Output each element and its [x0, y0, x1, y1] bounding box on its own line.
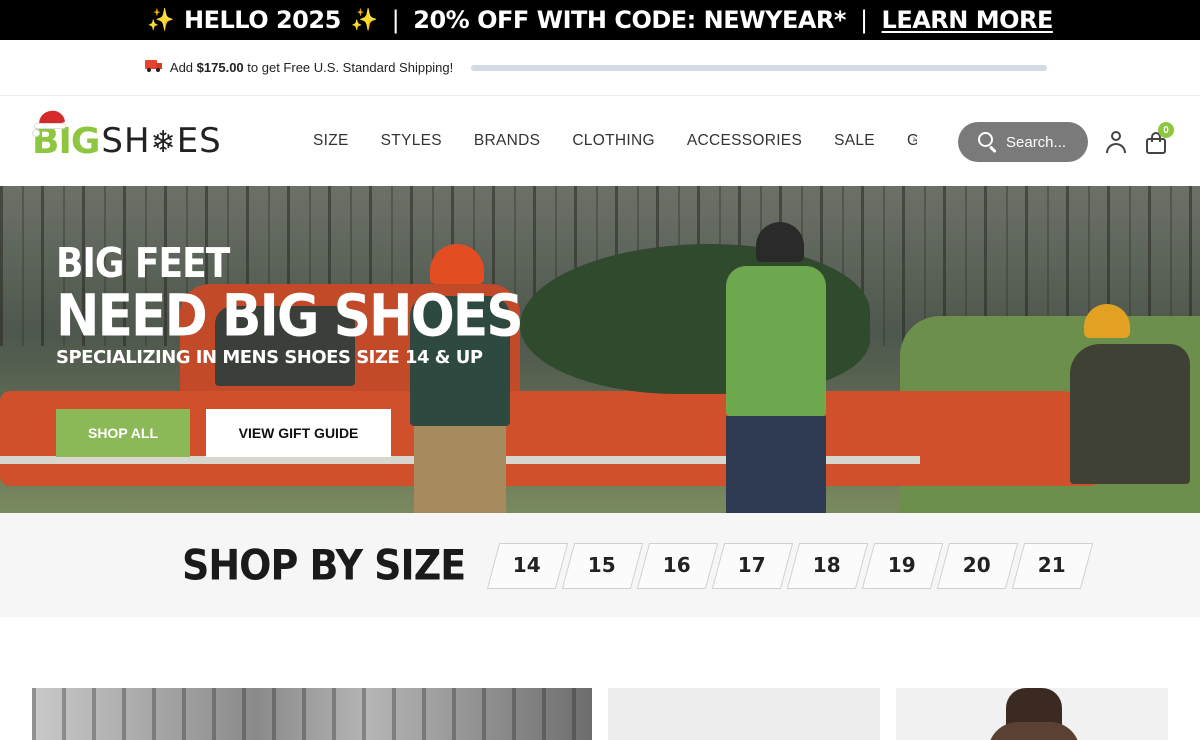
shipping-banner: Add $175.00 to get Free U.S. Standard Sh…: [0, 40, 1200, 96]
featured-tile-image[interactable]: [608, 688, 880, 740]
size-label: 20: [962, 553, 991, 577]
size-button-21[interactable]: 21: [1014, 543, 1089, 587]
cart-icon[interactable]: 0: [1144, 122, 1174, 156]
cart-count-badge: 0: [1158, 122, 1174, 138]
size-label: 17: [737, 553, 766, 577]
hero-banner: BIG FEET NEED BIG SHOES SPECIALIZING IN …: [0, 186, 1200, 513]
site-header: BIG SH❄ES SIZE STYLES BRANDS CLOTHING AC…: [0, 96, 1200, 186]
announcement-bar: ✨ HELLO 2025 ✨ | 20% OFF WITH CODE: NEWY…: [0, 0, 1200, 40]
logo-sh: SH: [101, 121, 151, 161]
nav-item-brands[interactable]: BRANDS: [474, 132, 540, 150]
size-list: 14 15 16 17 18 19 20 21: [489, 543, 1089, 587]
shipping-progress-bar: [471, 64, 1048, 71]
size-label: 16: [662, 553, 691, 577]
nav-item-sale[interactable]: SALE: [834, 132, 875, 150]
size-label: 18: [812, 553, 841, 577]
shop-by-size-section: SHOP BY SIZE 14 15 16 17 18 19 20 21: [0, 513, 1200, 617]
hero-headline: NEED BIG SHOES: [56, 283, 524, 351]
shipping-prefix: Add: [169, 60, 194, 75]
size-button-15[interactable]: 15: [564, 543, 639, 587]
search-button[interactable]: Search...: [958, 122, 1088, 162]
truck-icon: [145, 60, 163, 72]
size-button-19[interactable]: 19: [864, 543, 939, 587]
account-icon[interactable]: [1104, 130, 1128, 154]
search-label: Search...: [1006, 133, 1067, 151]
featured-tiles: [0, 688, 1200, 740]
shipping-message: Add $175.00 to get Free U.S. Standard Sh…: [145, 60, 453, 75]
size-label: 19: [887, 553, 916, 577]
nav-item-accessories[interactable]: ACCESSORIES: [687, 132, 802, 150]
size-button-14[interactable]: 14: [489, 543, 564, 587]
size-button-18[interactable]: 18: [789, 543, 864, 587]
santa-hat-icon: [32, 107, 68, 137]
hero-line-1: BIG FEET: [56, 240, 230, 288]
logo-shoes-text: SH❄ES: [101, 121, 221, 161]
sparkle-icon: ✨: [350, 7, 378, 33]
size-label: 21: [1037, 553, 1066, 577]
shop-by-size-title: SHOP BY SIZE: [182, 540, 466, 590]
nav-item-styles[interactable]: STYLES: [381, 132, 442, 150]
shop-all-button[interactable]: SHOP ALL: [56, 409, 190, 457]
hero-copy: BIG FEET NEED BIG SHOES SPECIALIZING IN …: [56, 240, 524, 368]
announcement-promo: 20% OFF WITH CODE: NEWYEAR*: [413, 6, 846, 34]
logo-es: ES: [176, 121, 222, 161]
announcement-separator: |: [391, 6, 400, 34]
snowflake-icon: ❄: [150, 125, 177, 160]
nav-item-size[interactable]: SIZE: [313, 132, 349, 150]
featured-tile-image[interactable]: [32, 688, 592, 740]
learn-more-link[interactable]: LEARN MORE: [882, 6, 1054, 34]
size-label: 15: [587, 553, 616, 577]
announcement-hello: HELLO 2025: [184, 6, 341, 34]
shipping-amount: $175.00: [196, 60, 244, 75]
search-icon: [978, 132, 998, 154]
shipping-suffix: to get Free U.S. Standard Shipping!: [247, 60, 454, 75]
size-button-20[interactable]: 20: [939, 543, 1014, 587]
announcement-separator: |: [859, 6, 868, 34]
view-gift-guide-button[interactable]: VIEW GIFT GUIDE: [206, 409, 391, 457]
size-button-16[interactable]: 16: [639, 543, 714, 587]
nav-scroll-right-icon[interactable]: ›: [912, 130, 917, 146]
bigshoes-logo[interactable]: BIG SH❄ES: [32, 107, 272, 162]
sparkle-icon: ✨: [147, 7, 174, 33]
featured-tile-image[interactable]: [896, 688, 1168, 740]
main-nav: SIZE STYLES BRANDS CLOTHING ACCESSORIES …: [313, 132, 917, 150]
size-label: 14: [512, 553, 541, 577]
nav-item-clothing[interactable]: CLOTHING: [572, 132, 655, 150]
size-button-17[interactable]: 17: [714, 543, 789, 587]
